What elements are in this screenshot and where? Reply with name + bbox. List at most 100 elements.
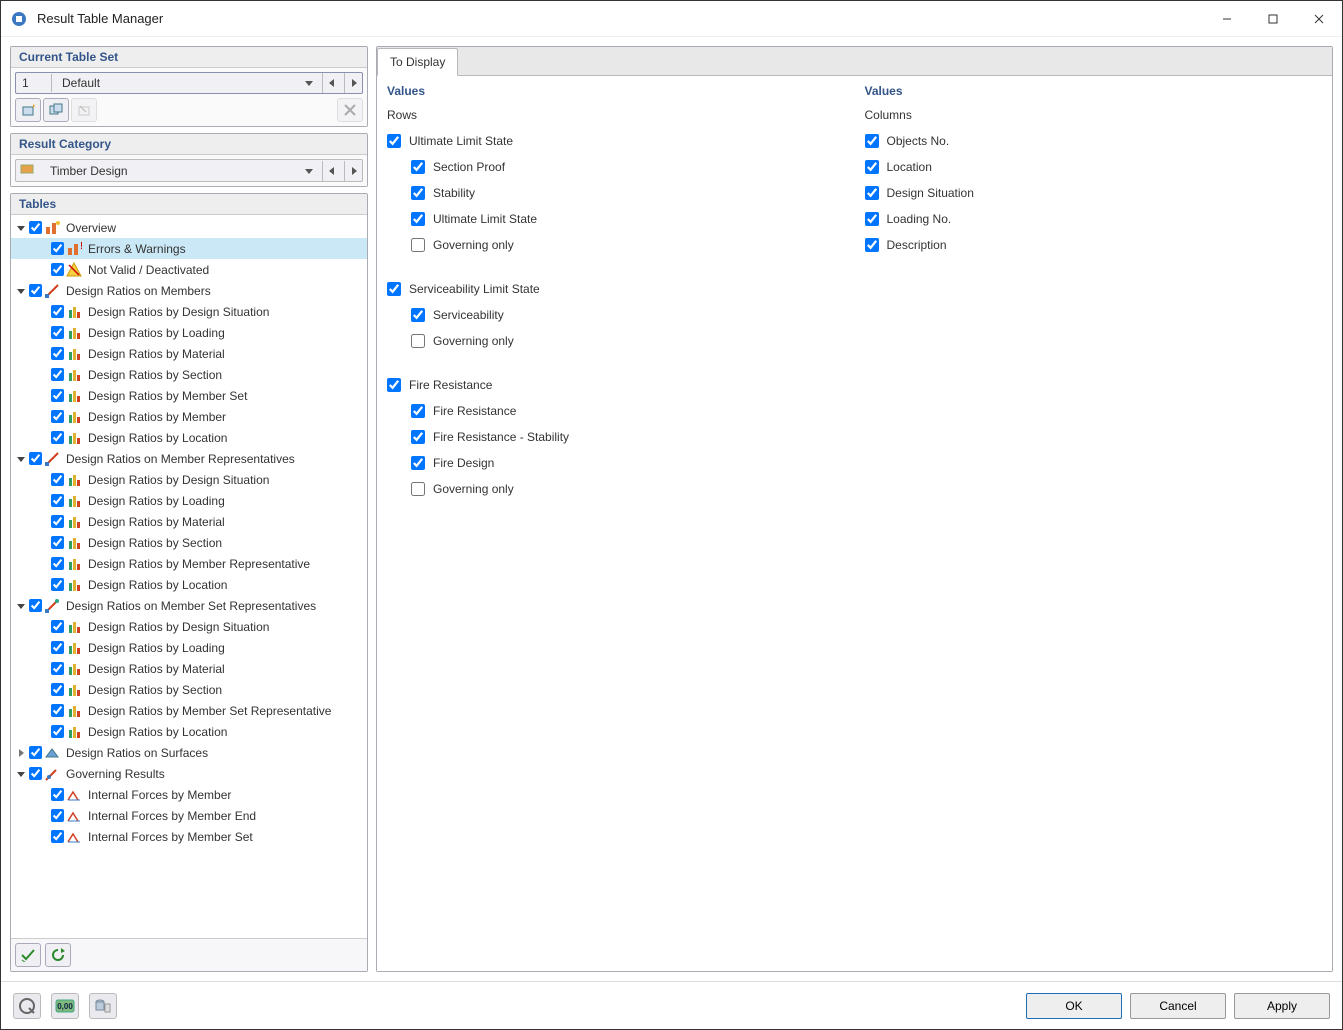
tree-item[interactable]: Design Ratios on Member Set Representati… [11,595,367,616]
row-item-checkbox[interactable] [411,334,425,348]
row-group-checkbox[interactable] [387,134,401,148]
tree-item[interactable]: Design Ratios on Members [11,280,367,301]
tree-item-checkbox[interactable] [51,830,64,843]
table-set-dropdown[interactable]: 1 Default [15,72,363,94]
tree-item[interactable]: Design Ratios by Material [11,658,367,679]
minimize-button[interactable] [1204,1,1250,37]
row-item-checkbox[interactable] [411,186,425,200]
tree-item[interactable]: Design Ratios by Section [11,364,367,385]
tree-item[interactable]: Design Ratios on Surfaces [11,742,367,763]
ok-button[interactable]: OK [1026,993,1122,1019]
tree-item-checkbox[interactable] [51,683,64,696]
check-all-button[interactable] [15,943,41,967]
next-set-button[interactable] [344,73,362,93]
tree-item[interactable]: Design Ratios by Member [11,406,367,427]
tree-item[interactable]: !Errors & Warnings [11,238,367,259]
tree-item-checkbox[interactable] [51,662,64,675]
tree-item[interactable]: Internal Forces by Member [11,784,367,805]
row-item-checkbox[interactable] [411,160,425,174]
tree-item[interactable]: Design Ratios by Design Situation [11,301,367,322]
export-button[interactable] [89,993,117,1019]
prev-set-button[interactable] [322,73,340,93]
tree-item[interactable]: Not Valid / Deactivated [11,259,367,280]
tree-item[interactable]: Design Ratios by Material [11,511,367,532]
row-item-checkbox[interactable] [411,308,425,322]
tree-item[interactable]: Design Ratios by Loading [11,490,367,511]
tree-item-checkbox[interactable] [51,410,64,423]
tree-item[interactable]: Internal Forces by Member Set [11,826,367,847]
delete-set-button[interactable] [337,98,363,122]
tree-item-checkbox[interactable] [51,347,64,360]
chevron-down-icon[interactable] [300,161,318,181]
collapse-toggle-icon[interactable] [15,285,27,297]
help-button[interactable] [13,993,41,1019]
tree-item[interactable]: Design Ratios by Loading [11,637,367,658]
tree-item-checkbox[interactable] [29,767,42,780]
tree-item[interactable]: Overview [11,217,367,238]
row-item-checkbox[interactable] [411,430,425,444]
tree-item-checkbox[interactable] [51,494,64,507]
tree-item-checkbox[interactable] [51,536,64,549]
maximize-button[interactable] [1250,1,1296,37]
cancel-button[interactable]: Cancel [1130,993,1226,1019]
tree-item-checkbox[interactable] [51,515,64,528]
expand-toggle-icon[interactable] [15,747,27,759]
tree-item[interactable]: Design Ratios by Design Situation [11,469,367,490]
tree-item[interactable]: Design Ratios on Member Representatives [11,448,367,469]
tables-tree[interactable]: Overview!Errors & WarningsNot Valid / De… [11,215,367,938]
tree-item[interactable]: Design Ratios by Member Set [11,385,367,406]
tree-item-checkbox[interactable] [51,473,64,486]
collapse-toggle-icon[interactable] [15,222,27,234]
row-group-checkbox[interactable] [387,378,401,392]
next-category-button[interactable] [344,161,362,181]
tree-item-checkbox[interactable] [51,788,64,801]
tree-item-checkbox[interactable] [51,326,64,339]
tree-item[interactable]: Design Ratios by Section [11,532,367,553]
tree-item[interactable]: Design Ratios by Loading [11,322,367,343]
row-item-checkbox[interactable] [411,212,425,226]
tree-item-checkbox[interactable] [51,641,64,654]
apply-button[interactable]: Apply [1234,993,1330,1019]
refresh-tree-button[interactable] [45,943,71,967]
tree-item[interactable]: Design Ratios by Material [11,343,367,364]
edit-set-button[interactable] [71,98,97,122]
duplicate-set-button[interactable] [43,98,69,122]
col-item-checkbox[interactable] [865,160,879,174]
tree-item[interactable]: Internal Forces by Member End [11,805,367,826]
tree-item-checkbox[interactable] [51,620,64,633]
category-dropdown[interactable]: Timber Design [15,159,363,182]
chevron-down-icon[interactable] [300,73,318,93]
tab-to-display[interactable]: To Display [377,48,458,76]
tree-item-checkbox[interactable] [51,725,64,738]
row-item-checkbox[interactable] [411,238,425,252]
tree-item[interactable]: Governing Results [11,763,367,784]
col-item-checkbox[interactable] [865,134,879,148]
tree-item-checkbox[interactable] [51,368,64,381]
tree-item[interactable]: Design Ratios by Location [11,574,367,595]
collapse-toggle-icon[interactable] [15,600,27,612]
tree-item[interactable]: Design Ratios by Location [11,427,367,448]
tree-item-checkbox[interactable] [51,242,64,255]
col-item-checkbox[interactable] [865,238,879,252]
tree-item-checkbox[interactable] [29,284,42,297]
tree-item-checkbox[interactable] [51,389,64,402]
units-button[interactable]: 0,00 [51,993,79,1019]
collapse-toggle-icon[interactable] [15,768,27,780]
tree-item-checkbox[interactable] [29,746,42,759]
tree-item[interactable]: Design Ratios by Location [11,721,367,742]
tree-item-checkbox[interactable] [51,578,64,591]
prev-category-button[interactable] [322,161,340,181]
tree-item-checkbox[interactable] [51,263,64,276]
row-group-checkbox[interactable] [387,282,401,296]
tree-item-checkbox[interactable] [51,557,64,570]
row-item-checkbox[interactable] [411,456,425,470]
tree-item-checkbox[interactable] [51,305,64,318]
row-item-checkbox[interactable] [411,404,425,418]
col-item-checkbox[interactable] [865,186,879,200]
tree-item-checkbox[interactable] [29,599,42,612]
tree-item-checkbox[interactable] [29,452,42,465]
col-item-checkbox[interactable] [865,212,879,226]
close-button[interactable] [1296,1,1342,37]
collapse-toggle-icon[interactable] [15,453,27,465]
tree-item[interactable]: Design Ratios by Section [11,679,367,700]
